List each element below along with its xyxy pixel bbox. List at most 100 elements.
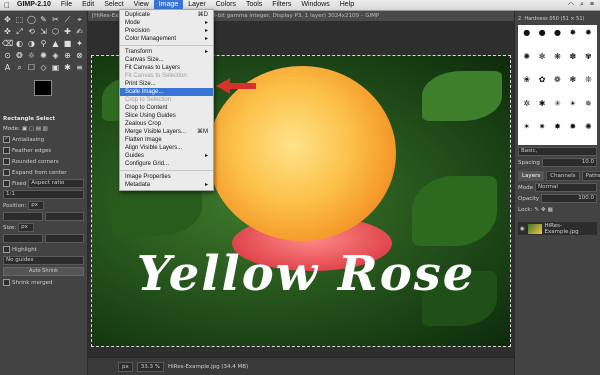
menu-item-configure-grid[interactable]: Configure Grid... <box>120 160 213 168</box>
brush-preset[interactable]: ✸ <box>566 27 579 49</box>
auto-shrink-button[interactable]: Auto Shrink <box>3 267 84 276</box>
menu-windows[interactable]: Windows <box>296 0 334 10</box>
brush-preset[interactable]: ✴ <box>566 98 579 120</box>
menu-item-fit-canvas-to-layers[interactable]: Fit Canvas to Layers <box>120 64 213 72</box>
lock-pixels-icon[interactable]: ✎ <box>534 207 539 213</box>
brush-preset[interactable]: ✸ <box>551 121 564 143</box>
menu-item-zealous-crop[interactable]: Zealous Crop <box>120 120 213 128</box>
size-unit[interactable]: px <box>18 223 35 232</box>
tool-icon[interactable]: ⌫ <box>2 38 13 49</box>
expand-row[interactable]: Expand from center <box>3 168 84 177</box>
menu-colors[interactable]: Colors <box>211 0 241 10</box>
position-unit[interactable]: px <box>28 201 45 210</box>
tool-icon[interactable]: ✥ <box>2 14 13 25</box>
menu-tools[interactable]: Tools <box>241 0 267 10</box>
tool-icon[interactable]: A <box>2 62 13 73</box>
tool-icon[interactable]: ⌖ <box>74 14 85 25</box>
wifi-icon[interactable]: ◠ <box>568 1 574 9</box>
brush-preset[interactable]: ✿ <box>535 74 548 96</box>
tool-icon[interactable]: ⊕ <box>62 50 73 61</box>
brush-preset[interactable]: ✷ <box>535 121 548 143</box>
menu-item-guides[interactable]: Guides ▸ <box>120 152 213 160</box>
brush-preset[interactable]: ✻ <box>535 51 548 73</box>
menu-item-duplicate[interactable]: Duplicate ⌘D <box>120 11 213 19</box>
menu-item-merge-visible-layers[interactable]: Merge Visible Layers... ⌘M <box>120 128 213 136</box>
tool-icon[interactable]: ⚲ <box>38 38 49 49</box>
tool-icon[interactable]: ⟋ <box>62 14 73 25</box>
highlight-row[interactable]: Highlight <box>3 245 84 254</box>
lock-alpha-icon[interactable]: ▦ <box>548 207 553 213</box>
visibility-eye-icon[interactable]: ◉ <box>520 226 525 232</box>
tool-icon[interactable]: ◇ <box>38 62 49 73</box>
menu-item-canvas-size[interactable]: Canvas Size... <box>120 56 213 64</box>
lock-position-icon[interactable]: ✥ <box>541 207 546 213</box>
layer-row[interactable]: ◉ HiRes-Example.jpg <box>518 222 597 235</box>
brush-grid[interactable]: ● ● ● ✸ ✹ ✺ ✻ ❋ ✽ ✾ ❀ ✿ ❁ ❃ ❊ ✲ ✱ ✳ ✴ ✵ ✶ ✷ ✸ ✹ ✺ <box>518 25 597 145</box>
menu-item-color-management[interactable]: Color Management ▸ <box>120 35 213 43</box>
brush-preset[interactable]: ✽ <box>566 51 579 73</box>
tool-icon[interactable]: ⬡ <box>50 26 61 37</box>
search-icon[interactable]: ⌕ <box>580 1 584 9</box>
brush-preset[interactable]: ● <box>535 27 548 49</box>
menu-item-align-visible-layers[interactable]: Align Visible Layers... <box>120 144 213 152</box>
antialiasing-checkbox[interactable]: ✓ <box>3 136 10 143</box>
brush-preset[interactable]: ● <box>520 27 533 49</box>
foreground-color-swatch[interactable] <box>34 80 52 96</box>
brush-preset[interactable]: ✾ <box>582 51 595 73</box>
brush-preset[interactable]: ❋ <box>551 51 564 73</box>
menu-item-image-properties[interactable]: Image Properties <box>120 173 213 181</box>
brush-preset[interactable]: ✺ <box>520 51 533 73</box>
opacity-value[interactable]: 100.0 <box>541 194 597 203</box>
menu-item-scale-image[interactable]: Scale Image... <box>120 88 213 96</box>
tool-icon[interactable]: ⤢ <box>14 26 25 37</box>
tool-icon[interactable]: ❂ <box>14 50 25 61</box>
apple-icon[interactable]:  <box>2 1 12 10</box>
unit-dropdown[interactable]: px <box>118 361 133 372</box>
control-center-icon[interactable]: ≡ <box>590 1 594 9</box>
menu-item-print-size[interactable]: Print Size... <box>120 80 213 88</box>
tool-icon[interactable]: ◐ <box>14 38 25 49</box>
menu-item-transform[interactable]: Transform ▸ <box>120 48 213 56</box>
fixed-checkbox[interactable] <box>3 180 10 187</box>
menu-item-metadata[interactable]: Metadata ▸ <box>120 181 213 189</box>
menu-app[interactable]: GIMP-2.10 <box>12 0 56 10</box>
rounded-checkbox[interactable] <box>3 158 10 165</box>
brush-preset[interactable]: ✲ <box>520 98 533 120</box>
brush-preset[interactable]: ✹ <box>566 121 579 143</box>
shrink-merged-checkbox[interactable] <box>3 279 10 286</box>
brush-preset[interactable]: ● <box>551 27 564 49</box>
tool-icon[interactable]: ✱ <box>62 62 73 73</box>
rounded-row[interactable]: Rounded corners <box>3 157 84 166</box>
menu-item-precision[interactable]: Precision ▸ <box>120 27 213 35</box>
highlight-checkbox[interactable] <box>3 246 10 253</box>
feather-checkbox[interactable] <box>3 147 10 154</box>
fixed-dropdown[interactable]: Aspect ratio <box>28 179 84 188</box>
brush-tag-field[interactable]: Basic, <box>518 147 597 156</box>
brush-preset[interactable]: ✳ <box>551 98 564 120</box>
tool-icon[interactable]: ⬚ <box>14 14 25 25</box>
guides-dropdown[interactable]: No guides <box>3 256 84 265</box>
shrink-merged-row[interactable]: Shrink merged <box>3 278 84 287</box>
mode-icons[interactable]: ▣ ▢ ▤ ▥ <box>22 126 48 132</box>
tool-icon[interactable]: ⌕ <box>14 62 25 73</box>
size-h-field[interactable] <box>44 234 84 243</box>
brush-preset[interactable]: ❃ <box>566 74 579 96</box>
brush-preset[interactable]: ❊ <box>582 74 595 96</box>
menu-filters[interactable]: Filters <box>267 0 296 10</box>
tool-icon[interactable]: ✂ <box>50 14 61 25</box>
brush-preset[interactable]: ✺ <box>582 121 595 143</box>
menu-item-mode[interactable]: Mode ▸ <box>120 19 213 27</box>
tool-icon[interactable]: ◑ <box>26 38 37 49</box>
brush-preset[interactable]: ❁ <box>551 74 564 96</box>
menu-help[interactable]: Help <box>335 0 359 10</box>
size-w-field[interactable] <box>3 234 43 243</box>
antialiasing-row[interactable]: ✓ Antialiasing <box>3 135 84 144</box>
menu-file[interactable]: File <box>56 0 77 10</box>
tool-icon[interactable]: ⇲ <box>38 26 49 37</box>
tool-icon[interactable]: ☼ <box>26 50 37 61</box>
expand-checkbox[interactable] <box>3 169 10 176</box>
tool-icon[interactable]: ■ <box>62 38 73 49</box>
zoom-dropdown[interactable]: 33.3 % <box>136 361 164 372</box>
tool-icon[interactable]: ⟲ <box>26 26 37 37</box>
tool-icon[interactable]: ✺ <box>38 50 49 61</box>
